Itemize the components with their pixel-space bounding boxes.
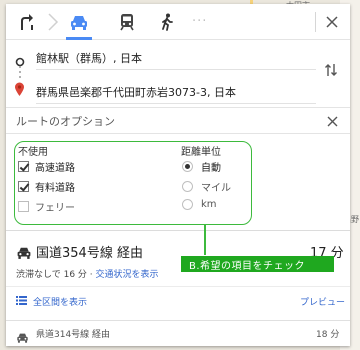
- radio-unselected[interactable]: [182, 181, 193, 192]
- travel-mode-bar: ···: [6, 4, 350, 40]
- origin-input[interactable]: 館林駅（群馬）, 日本: [36, 50, 142, 66]
- annotation-label: B.希望の項目をチェック: [181, 256, 334, 272]
- avoid-ferries-label: フェリー: [35, 203, 75, 214]
- tab-transit[interactable]: [112, 9, 142, 35]
- route-options-header: ルートのオプション: [6, 107, 350, 134]
- close-directions-button[interactable]: [321, 11, 343, 33]
- destination-pin-icon: [14, 82, 25, 101]
- route-result-alternative[interactable]: 県道314号線 経由 18 分: [6, 320, 350, 346]
- units-miles-label: マイル: [201, 183, 231, 194]
- radio-unselected[interactable]: [182, 199, 193, 210]
- radio-selected[interactable]: [182, 161, 193, 172]
- origin-row: 館林駅（群馬）, 日本: [6, 44, 350, 70]
- car-icon: [69, 14, 89, 30]
- close-options-button[interactable]: [323, 112, 341, 130]
- tab-driving[interactable]: [64, 9, 94, 40]
- avoid-title: 不使用: [18, 147, 48, 158]
- car-icon: [16, 244, 32, 263]
- traffic-text: 渋滞なしで 16 分 ·: [16, 270, 96, 280]
- route-time: 18 分: [316, 330, 340, 340]
- train-icon: [119, 13, 135, 31]
- swap-waypoints-button[interactable]: [324, 62, 338, 81]
- route-title: 県道314号線 経由: [36, 330, 111, 340]
- directions-icon: [19, 13, 35, 31]
- swap-icon: [324, 62, 338, 81]
- annotation-connector: [204, 225, 206, 255]
- units-miles-radio[interactable]: マイル: [182, 179, 231, 194]
- destination-input[interactable]: 群馬県邑楽郡千代田町赤岩3073-3, 日本: [36, 84, 236, 100]
- preview-link[interactable]: プレビュー: [300, 295, 345, 308]
- divider: [36, 103, 316, 104]
- divider: [36, 69, 316, 70]
- chevron-right-icon: [46, 12, 60, 32]
- avoid-highways-label: 高速道路: [35, 163, 75, 174]
- checkbox-checked[interactable]: [18, 161, 29, 172]
- traffic-info: 渋滞なしで 16 分 · 交通状況を表示: [16, 267, 159, 280]
- walk-icon: [160, 13, 174, 31]
- units-auto-label: 自動: [201, 163, 221, 174]
- avoid-tolls-label: 有料道路: [35, 183, 75, 194]
- checkbox-unchecked[interactable]: [18, 201, 29, 212]
- show-all-steps-link[interactable]: 全区間を表示: [16, 295, 87, 308]
- show-all-steps-label: 全区間を表示: [33, 298, 88, 308]
- route-result-primary[interactable]: 国道354号線 経由 17 分 渋滞なしで 16 分 · 交通状況を表示 全区間…: [6, 230, 350, 318]
- destination-row: 群馬県邑楽郡千代田町赤岩3073-3, 日本: [6, 78, 350, 104]
- units-km-label: km: [201, 199, 217, 210]
- avoid-highways-checkbox[interactable]: 高速道路: [18, 159, 75, 174]
- close-icon: [327, 112, 338, 131]
- show-traffic-link[interactable]: 交通状況を表示: [96, 270, 159, 280]
- units-auto-radio[interactable]: 自動: [182, 159, 221, 174]
- tab-walking[interactable]: [152, 9, 182, 35]
- route-options-title: ルートのオプション: [16, 115, 115, 128]
- more-modes-button[interactable]: ···: [192, 14, 207, 29]
- units-km-radio[interactable]: km: [182, 199, 217, 210]
- car-icon: [16, 328, 29, 347]
- route-options-panel: 不使用 高速道路 有料道路 フェリー 距離単位 自動 マイル km: [6, 135, 350, 230]
- directions-panel: ··· 館林駅（群馬）, 日本 群馬県邑楽郡千代田町赤岩3073-3, 日本 ル…: [6, 4, 350, 346]
- distance-units-title: 距離単位: [181, 147, 221, 158]
- avoid-tolls-checkbox[interactable]: 有料道路: [18, 179, 75, 194]
- directions-mode-button[interactable]: [12, 9, 42, 35]
- route-title: 国道354号線 経由: [36, 246, 143, 261]
- avoid-ferries-checkbox[interactable]: フェリー: [18, 199, 75, 214]
- divider: [315, 12, 316, 32]
- divider: [6, 286, 350, 287]
- checkbox-checked[interactable]: [18, 181, 29, 192]
- close-icon: [326, 13, 338, 32]
- list-icon: [16, 295, 27, 308]
